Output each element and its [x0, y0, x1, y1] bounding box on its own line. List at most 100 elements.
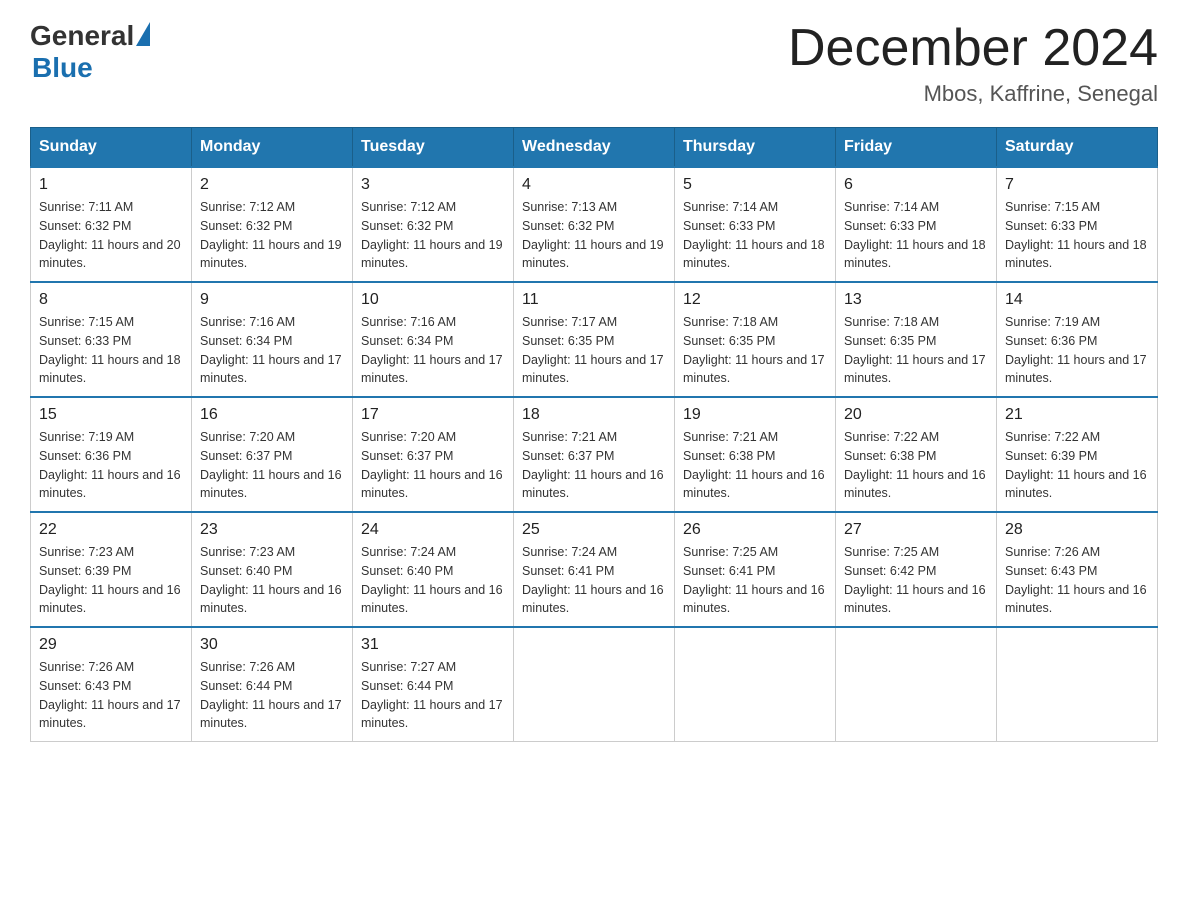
- calendar-cell: 25 Sunrise: 7:24 AMSunset: 6:41 PMDaylig…: [514, 512, 675, 627]
- calendar-cell: 9 Sunrise: 7:16 AMSunset: 6:34 PMDayligh…: [192, 282, 353, 397]
- calendar-header-saturday: Saturday: [997, 128, 1158, 168]
- calendar-subtitle: Mbos, Kaffrine, Senegal: [788, 81, 1158, 107]
- calendar-cell: 26 Sunrise: 7:25 AMSunset: 6:41 PMDaylig…: [675, 512, 836, 627]
- day-info: Sunrise: 7:21 AMSunset: 6:38 PMDaylight:…: [683, 430, 825, 500]
- day-info: Sunrise: 7:26 AMSunset: 6:43 PMDaylight:…: [1005, 545, 1147, 615]
- day-info: Sunrise: 7:11 AMSunset: 6:32 PMDaylight:…: [39, 200, 181, 270]
- calendar-cell: 27 Sunrise: 7:25 AMSunset: 6:42 PMDaylig…: [836, 512, 997, 627]
- day-info: Sunrise: 7:21 AMSunset: 6:37 PMDaylight:…: [522, 430, 664, 500]
- day-number: 20: [844, 406, 988, 424]
- day-info: Sunrise: 7:23 AMSunset: 6:40 PMDaylight:…: [200, 545, 342, 615]
- day-info: Sunrise: 7:13 AMSunset: 6:32 PMDaylight:…: [522, 200, 664, 270]
- day-number: 29: [39, 636, 183, 654]
- day-info: Sunrise: 7:25 AMSunset: 6:41 PMDaylight:…: [683, 545, 825, 615]
- day-number: 22: [39, 521, 183, 539]
- calendar-cell: 7 Sunrise: 7:15 AMSunset: 6:33 PMDayligh…: [997, 167, 1158, 282]
- calendar-cell: [675, 627, 836, 742]
- calendar-cell: 31 Sunrise: 7:27 AMSunset: 6:44 PMDaylig…: [353, 627, 514, 742]
- day-info: Sunrise: 7:20 AMSunset: 6:37 PMDaylight:…: [200, 430, 342, 500]
- day-number: 23: [200, 521, 344, 539]
- day-info: Sunrise: 7:12 AMSunset: 6:32 PMDaylight:…: [361, 200, 503, 270]
- calendar-header-tuesday: Tuesday: [353, 128, 514, 168]
- calendar-cell: 22 Sunrise: 7:23 AMSunset: 6:39 PMDaylig…: [31, 512, 192, 627]
- calendar-cell: 29 Sunrise: 7:26 AMSunset: 6:43 PMDaylig…: [31, 627, 192, 742]
- day-info: Sunrise: 7:20 AMSunset: 6:37 PMDaylight:…: [361, 430, 503, 500]
- calendar-week-row: 8 Sunrise: 7:15 AMSunset: 6:33 PMDayligh…: [31, 282, 1158, 397]
- calendar-cell: 14 Sunrise: 7:19 AMSunset: 6:36 PMDaylig…: [997, 282, 1158, 397]
- day-info: Sunrise: 7:16 AMSunset: 6:34 PMDaylight:…: [361, 315, 503, 385]
- day-info: Sunrise: 7:22 AMSunset: 6:39 PMDaylight:…: [1005, 430, 1147, 500]
- day-info: Sunrise: 7:24 AMSunset: 6:40 PMDaylight:…: [361, 545, 503, 615]
- day-info: Sunrise: 7:14 AMSunset: 6:33 PMDaylight:…: [683, 200, 825, 270]
- calendar-header-sunday: Sunday: [31, 128, 192, 168]
- calendar-cell: 2 Sunrise: 7:12 AMSunset: 6:32 PMDayligh…: [192, 167, 353, 282]
- day-info: Sunrise: 7:12 AMSunset: 6:32 PMDaylight:…: [200, 200, 342, 270]
- calendar-cell: 19 Sunrise: 7:21 AMSunset: 6:38 PMDaylig…: [675, 397, 836, 512]
- logo: General Blue: [30, 20, 150, 84]
- logo-general-text: General: [30, 20, 134, 52]
- calendar-cell: 13 Sunrise: 7:18 AMSunset: 6:35 PMDaylig…: [836, 282, 997, 397]
- logo-blue-text: Blue: [32, 52, 93, 83]
- day-info: Sunrise: 7:26 AMSunset: 6:43 PMDaylight:…: [39, 660, 181, 730]
- day-info: Sunrise: 7:18 AMSunset: 6:35 PMDaylight:…: [844, 315, 986, 385]
- day-number: 9: [200, 291, 344, 309]
- day-number: 30: [200, 636, 344, 654]
- day-number: 6: [844, 176, 988, 194]
- calendar-cell: 6 Sunrise: 7:14 AMSunset: 6:33 PMDayligh…: [836, 167, 997, 282]
- calendar-cell: [836, 627, 997, 742]
- calendar-cell: 18 Sunrise: 7:21 AMSunset: 6:37 PMDaylig…: [514, 397, 675, 512]
- calendar-header-row: SundayMondayTuesdayWednesdayThursdayFrid…: [31, 128, 1158, 168]
- calendar-table: SundayMondayTuesdayWednesdayThursdayFrid…: [30, 127, 1158, 742]
- day-number: 15: [39, 406, 183, 424]
- day-number: 10: [361, 291, 505, 309]
- day-number: 11: [522, 291, 666, 309]
- day-number: 26: [683, 521, 827, 539]
- calendar-cell: 1 Sunrise: 7:11 AMSunset: 6:32 PMDayligh…: [31, 167, 192, 282]
- calendar-cell: 21 Sunrise: 7:22 AMSunset: 6:39 PMDaylig…: [997, 397, 1158, 512]
- calendar-cell: 17 Sunrise: 7:20 AMSunset: 6:37 PMDaylig…: [353, 397, 514, 512]
- day-info: Sunrise: 7:17 AMSunset: 6:35 PMDaylight:…: [522, 315, 664, 385]
- day-number: 8: [39, 291, 183, 309]
- calendar-header-thursday: Thursday: [675, 128, 836, 168]
- day-info: Sunrise: 7:23 AMSunset: 6:39 PMDaylight:…: [39, 545, 181, 615]
- calendar-header-monday: Monday: [192, 128, 353, 168]
- day-number: 19: [683, 406, 827, 424]
- day-info: Sunrise: 7:22 AMSunset: 6:38 PMDaylight:…: [844, 430, 986, 500]
- calendar-cell: 11 Sunrise: 7:17 AMSunset: 6:35 PMDaylig…: [514, 282, 675, 397]
- day-number: 21: [1005, 406, 1149, 424]
- day-number: 27: [844, 521, 988, 539]
- day-info: Sunrise: 7:27 AMSunset: 6:44 PMDaylight:…: [361, 660, 503, 730]
- calendar-header-wednesday: Wednesday: [514, 128, 675, 168]
- day-number: 18: [522, 406, 666, 424]
- calendar-cell: 28 Sunrise: 7:26 AMSunset: 6:43 PMDaylig…: [997, 512, 1158, 627]
- calendar-cell: 16 Sunrise: 7:20 AMSunset: 6:37 PMDaylig…: [192, 397, 353, 512]
- day-number: 28: [1005, 521, 1149, 539]
- day-number: 24: [361, 521, 505, 539]
- title-section: December 2024 Mbos, Kaffrine, Senegal: [788, 20, 1158, 107]
- day-info: Sunrise: 7:24 AMSunset: 6:41 PMDaylight:…: [522, 545, 664, 615]
- calendar-cell: 10 Sunrise: 7:16 AMSunset: 6:34 PMDaylig…: [353, 282, 514, 397]
- calendar-week-row: 22 Sunrise: 7:23 AMSunset: 6:39 PMDaylig…: [31, 512, 1158, 627]
- calendar-cell: 4 Sunrise: 7:13 AMSunset: 6:32 PMDayligh…: [514, 167, 675, 282]
- day-info: Sunrise: 7:25 AMSunset: 6:42 PMDaylight:…: [844, 545, 986, 615]
- calendar-cell: 5 Sunrise: 7:14 AMSunset: 6:33 PMDayligh…: [675, 167, 836, 282]
- day-number: 12: [683, 291, 827, 309]
- day-number: 31: [361, 636, 505, 654]
- calendar-cell: 24 Sunrise: 7:24 AMSunset: 6:40 PMDaylig…: [353, 512, 514, 627]
- day-number: 25: [522, 521, 666, 539]
- day-number: 4: [522, 176, 666, 194]
- calendar-cell: [514, 627, 675, 742]
- day-info: Sunrise: 7:15 AMSunset: 6:33 PMDaylight:…: [39, 315, 181, 385]
- calendar-header-friday: Friday: [836, 128, 997, 168]
- day-number: 5: [683, 176, 827, 194]
- calendar-cell: 12 Sunrise: 7:18 AMSunset: 6:35 PMDaylig…: [675, 282, 836, 397]
- day-number: 17: [361, 406, 505, 424]
- day-info: Sunrise: 7:16 AMSunset: 6:34 PMDaylight:…: [200, 315, 342, 385]
- calendar-week-row: 1 Sunrise: 7:11 AMSunset: 6:32 PMDayligh…: [31, 167, 1158, 282]
- day-info: Sunrise: 7:18 AMSunset: 6:35 PMDaylight:…: [683, 315, 825, 385]
- day-info: Sunrise: 7:19 AMSunset: 6:36 PMDaylight:…: [39, 430, 181, 500]
- day-info: Sunrise: 7:14 AMSunset: 6:33 PMDaylight:…: [844, 200, 986, 270]
- calendar-title: December 2024: [788, 20, 1158, 77]
- calendar-cell: 30 Sunrise: 7:26 AMSunset: 6:44 PMDaylig…: [192, 627, 353, 742]
- day-number: 3: [361, 176, 505, 194]
